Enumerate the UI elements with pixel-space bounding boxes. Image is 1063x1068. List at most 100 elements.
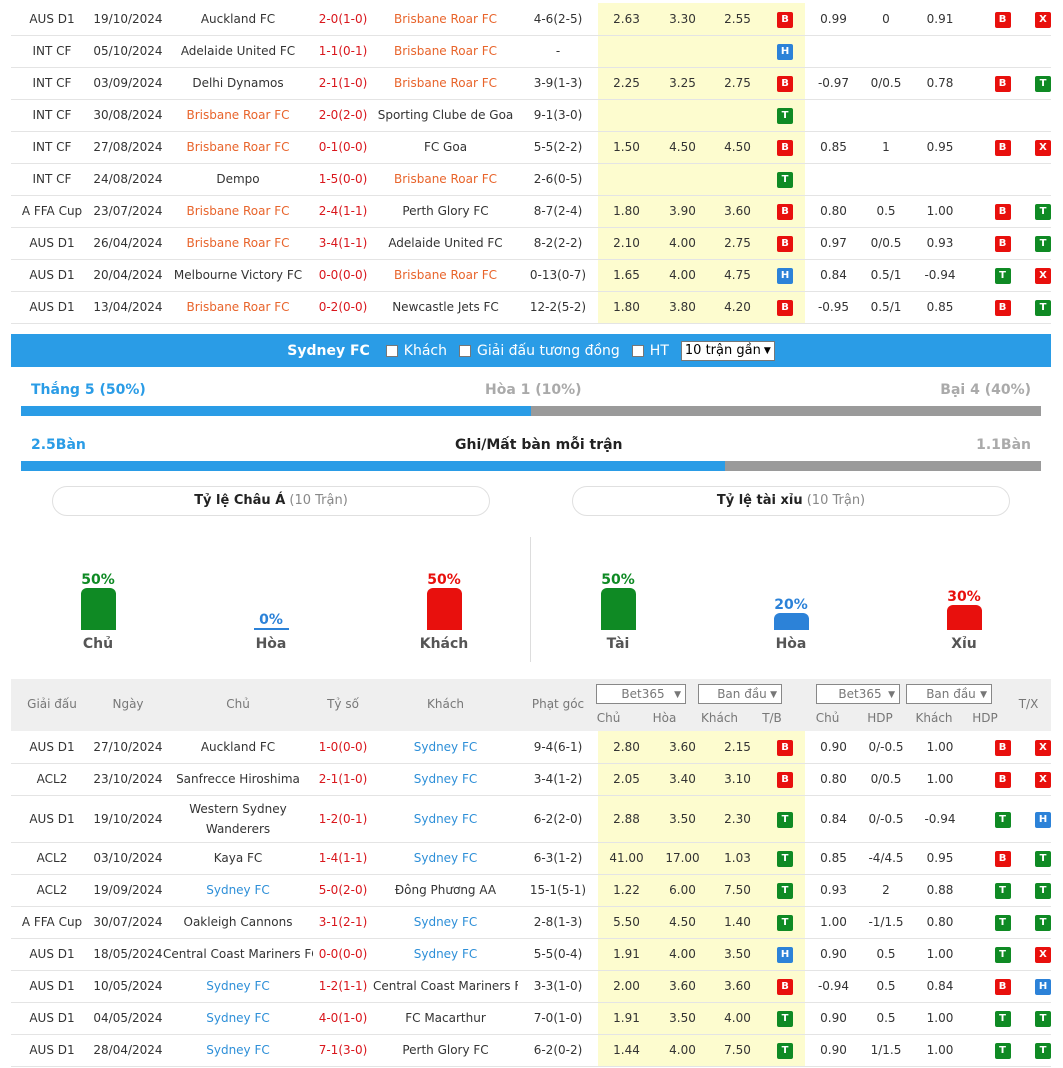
same-league-checkbox[interactable] xyxy=(459,344,471,357)
home-team-text[interactable]: Sydney FC xyxy=(206,1011,270,1025)
home-team-cell[interactable]: Western Sydney Wanderers xyxy=(163,795,313,843)
away-team-text[interactable]: Brisbane Roar FC xyxy=(394,172,497,186)
odds-type-select-1[interactable]: Ban đầu ▼ xyxy=(698,684,782,704)
league-text: A FFA Cup xyxy=(21,204,83,218)
home-team-text[interactable]: Sydney FC xyxy=(206,979,270,993)
home-team-text[interactable]: Sydney FC xyxy=(206,1043,270,1057)
home-team-cell[interactable]: Central Coast Mariners FC xyxy=(163,938,313,971)
home-team-text[interactable]: Brisbane Roar FC xyxy=(186,236,289,250)
away-team-text[interactable]: Sydney FC xyxy=(414,947,478,961)
home-team-text[interactable]: Sydney FC xyxy=(206,883,270,897)
away-team-text[interactable]: FC Macarthur xyxy=(405,1011,486,1025)
away-team-text[interactable]: Sydney FC xyxy=(414,915,478,929)
away-team-cell[interactable]: Newcastle Jets FC xyxy=(373,291,518,324)
away-team-cell[interactable]: Sydney FC xyxy=(373,763,518,796)
away-team-cell[interactable]: Sydney FC xyxy=(373,842,518,875)
home-team-cell[interactable]: Melbourne Victory FC xyxy=(163,259,313,292)
away-team-cell[interactable]: Brisbane Roar FC xyxy=(373,163,518,196)
away-team-cell[interactable]: Sydney FC xyxy=(373,795,518,843)
bookmaker-select-2[interactable]: Bet365 ▼ xyxy=(816,684,900,704)
bookmaker-select-1[interactable]: Bet365 ▼ xyxy=(596,684,686,704)
home-team-cell[interactable]: Sydney FC xyxy=(163,874,313,907)
away-team-text[interactable]: Perth Glory FC xyxy=(402,1043,488,1057)
home-team-cell[interactable]: Sydney FC xyxy=(163,1034,313,1067)
home-team-cell[interactable]: Brisbane Roar FC xyxy=(163,131,313,164)
home-team-cell[interactable]: Adelaide United FC xyxy=(163,35,313,68)
corners-text: 9-1(3-0) xyxy=(533,108,583,122)
home-team-cell[interactable]: Auckland FC xyxy=(163,731,313,764)
asian-odds-tab[interactable]: Tỷ lệ Châu Á (10 Trận) xyxy=(52,486,490,516)
away-team-text[interactable]: Brisbane Roar FC xyxy=(394,44,497,58)
hdp-result-cell: B xyxy=(970,195,1035,228)
home-team-text[interactable]: Kaya FC xyxy=(214,851,263,865)
odds-away-text: 4.20 xyxy=(724,300,751,314)
away-team-text[interactable]: Brisbane Roar FC xyxy=(394,76,497,90)
home-team-text[interactable]: Sanfrecce Hiroshima xyxy=(176,772,300,786)
home-team-cell[interactable]: Delhi Dynamos xyxy=(163,67,313,100)
home-team-text[interactable]: Central Coast Mariners FC xyxy=(163,947,313,961)
tx-result-cell: T xyxy=(1035,1034,1051,1067)
odds-type-select-2[interactable]: Ban đầu ▼ xyxy=(906,684,992,704)
home-team-cell[interactable]: Oakleigh Cannons xyxy=(163,906,313,939)
away-team-text[interactable]: Sydney FC xyxy=(414,772,478,786)
home-team-cell[interactable]: Auckland FC xyxy=(163,3,313,36)
home-team-text[interactable]: Auckland FC xyxy=(201,740,275,754)
ht-checkbox[interactable] xyxy=(631,344,644,357)
home-team-text[interactable]: Melbourne Victory FC xyxy=(174,268,302,282)
away-team-text[interactable]: Newcastle Jets FC xyxy=(392,300,499,314)
away-team-cell[interactable]: Brisbane Roar FC xyxy=(373,3,518,36)
result-badge: T xyxy=(1035,1011,1051,1027)
away-team-cell[interactable]: Sydney FC xyxy=(373,938,518,971)
home-team-text[interactable]: Brisbane Roar FC xyxy=(186,300,289,314)
match-count-select[interactable]: 10 trận gần ▼ xyxy=(680,340,775,361)
away-team-text[interactable]: Brisbane Roar FC xyxy=(394,12,497,26)
home-team-cell[interactable]: Brisbane Roar FC xyxy=(163,291,313,324)
home-team-text[interactable]: Brisbane Roar FC xyxy=(186,140,289,154)
home-team-text[interactable]: Brisbane Roar FC xyxy=(186,204,289,218)
result-badge: H xyxy=(777,947,793,963)
home-team-text[interactable]: Dempo xyxy=(216,172,259,186)
home-team-text[interactable]: Oakleigh Cannons xyxy=(184,915,293,929)
away-team-cell[interactable]: Sydney FC xyxy=(373,906,518,939)
away-team-cell[interactable]: Brisbane Roar FC xyxy=(373,67,518,100)
away-team-cell[interactable]: Đông Phương AA xyxy=(373,874,518,907)
away-team-text[interactable]: Sporting Clube de Goa xyxy=(378,108,514,122)
away-team-cell[interactable]: Perth Glory FC xyxy=(373,1034,518,1067)
away-checkbox[interactable] xyxy=(385,344,398,357)
away-team-cell[interactable]: Sporting Clube de Goa xyxy=(373,99,518,132)
home-team-cell[interactable]: Sanfrecce Hiroshima xyxy=(163,763,313,796)
home-team-cell[interactable]: Sydney FC xyxy=(163,1002,313,1035)
away-team-cell[interactable]: Brisbane Roar FC xyxy=(373,259,518,292)
away-team-text[interactable]: Brisbane Roar FC xyxy=(394,268,497,282)
away-team-cell[interactable]: Brisbane Roar FC xyxy=(373,35,518,68)
away-team-cell[interactable]: Sydney FC xyxy=(373,731,518,764)
away-team-cell[interactable]: FC Macarthur xyxy=(373,1002,518,1035)
over-under-tab[interactable]: Tỷ lệ tài xỉu (10 Trận) xyxy=(572,486,1010,516)
away-team-text[interactable]: FC Goa xyxy=(424,140,467,154)
home-team-text[interactable]: Delhi Dynamos xyxy=(192,76,283,90)
away-team-text[interactable]: Sydney FC xyxy=(414,812,478,826)
away-team-text[interactable]: Adelaide United FC xyxy=(388,236,502,250)
hdp-away-cell: -0.94 xyxy=(910,795,970,843)
away-team-text[interactable]: Perth Glory FC xyxy=(402,204,488,218)
home-team-text[interactable]: Adelaide United FC xyxy=(181,44,295,58)
away-team-text[interactable]: Central Coast Mariners FC xyxy=(373,979,518,993)
away-team-cell[interactable]: FC Goa xyxy=(373,131,518,164)
home-team-text[interactable]: Western Sydney Wanderers xyxy=(178,799,298,839)
away-team-cell[interactable]: Central Coast Mariners FC xyxy=(373,970,518,1003)
home-team-text[interactable]: Brisbane Roar FC xyxy=(186,108,289,122)
home-team-cell[interactable]: Sydney FC xyxy=(163,970,313,1003)
away-team-cell[interactable]: Perth Glory FC xyxy=(373,195,518,228)
league-text: AUS D1 xyxy=(29,947,75,961)
home-team-cell[interactable]: Brisbane Roar FC xyxy=(163,195,313,228)
home-team-cell[interactable]: Brisbane Roar FC xyxy=(163,99,313,132)
away-team-text[interactable]: Sydney FC xyxy=(414,740,478,754)
away-team-cell[interactable]: Adelaide United FC xyxy=(373,227,518,260)
away-team-text[interactable]: Sydney FC xyxy=(414,851,478,865)
home-team-text[interactable]: Auckland FC xyxy=(201,12,275,26)
home-team-cell[interactable]: Kaya FC xyxy=(163,842,313,875)
home-team-cell[interactable]: Brisbane Roar FC xyxy=(163,227,313,260)
home-team-cell[interactable]: Dempo xyxy=(163,163,313,196)
tb-result-cell: H xyxy=(765,259,805,292)
away-team-text[interactable]: Đông Phương AA xyxy=(395,883,496,897)
